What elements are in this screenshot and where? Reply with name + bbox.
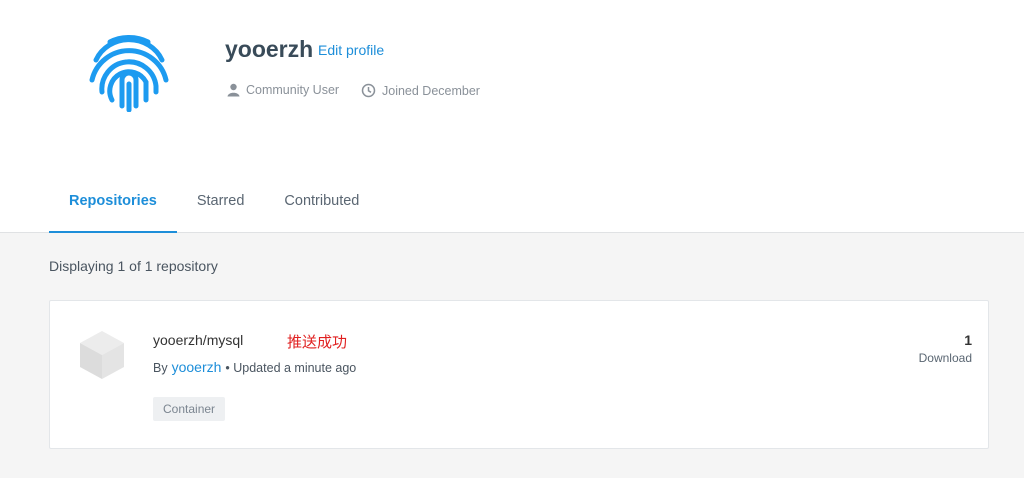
updated-label: • Updated a minute ago xyxy=(225,361,357,375)
profile-username: yooerzh xyxy=(225,36,314,62)
container-badge: Container xyxy=(153,397,226,421)
tab-contributed[interactable]: Contributed xyxy=(264,170,379,232)
user-icon xyxy=(227,83,240,97)
profile-header: yooerzh Edit profile Community User Join… xyxy=(0,0,1024,233)
repository-name-link[interactable]: yooerzh/mysql xyxy=(153,332,243,348)
download-count: 1 xyxy=(964,332,972,348)
profile-tabs: Repositories Starred Contributed xyxy=(49,170,379,233)
by-label: By xyxy=(153,361,168,375)
clock-icon xyxy=(361,83,376,98)
owner-link[interactable]: yooerzh xyxy=(172,359,222,375)
repository-card[interactable]: yooerzh/mysql 推送成功 By yooerzh • Updated … xyxy=(49,300,989,449)
fingerprint-avatar-icon xyxy=(86,30,172,113)
download-label: Download xyxy=(918,351,972,365)
edit-profile-link[interactable]: Edit profile xyxy=(318,42,384,58)
tab-repositories[interactable]: Repositories xyxy=(49,170,177,233)
push-success-note: 推送成功 xyxy=(287,334,348,351)
joined-date: Joined December xyxy=(361,83,480,98)
tab-starred[interactable]: Starred xyxy=(177,170,265,232)
repository-byline: By yooerzh • Updated a minute ago xyxy=(153,359,356,375)
repository-count: Displaying 1 of 1 repository xyxy=(49,258,218,274)
joined-label: Joined December xyxy=(382,83,480,98)
user-role: Community User xyxy=(227,83,339,97)
cube-icon xyxy=(78,329,126,381)
download-stats: 1 Download xyxy=(919,332,972,365)
user-role-label: Community User xyxy=(246,83,340,97)
